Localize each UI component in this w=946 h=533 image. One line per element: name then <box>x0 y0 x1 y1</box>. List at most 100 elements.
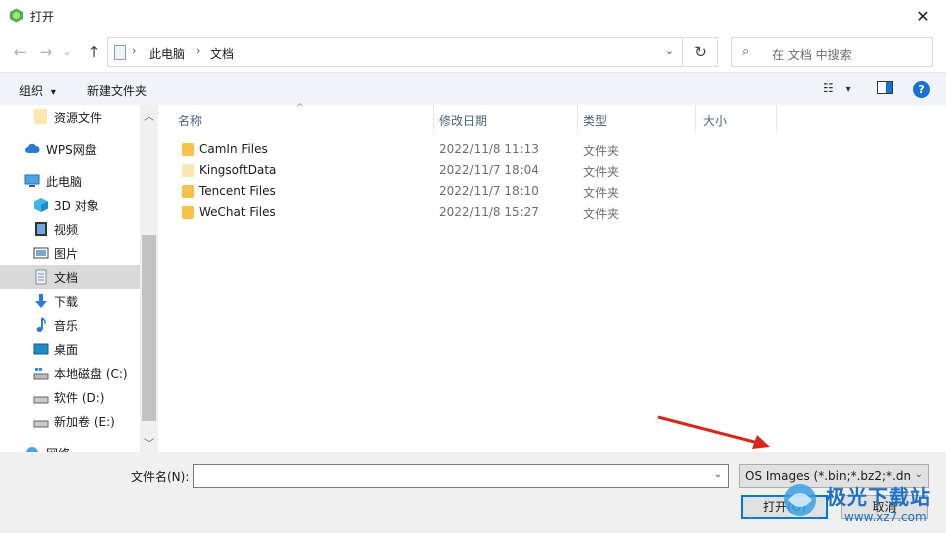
sidebar-item-label: 3D 对象 <box>54 199 99 213</box>
navigation-bar: ← → ⌄ ↑ › 此电脑 › 文档 ⌄ ↻ ⌕ 在 文档 中搜索 <box>0 33 946 71</box>
scroll-up-icon[interactable]: ︿ <box>140 108 158 123</box>
address-bar[interactable]: › 此电脑 › 文档 ⌄ <box>107 37 683 67</box>
sidebar-item-label: 资源文件 <box>54 111 103 125</box>
file-row[interactable]: WeChat Files 2022/11/8 15:27 文件夹 <box>176 202 776 223</box>
column-header-label: 类型 <box>583 114 608 128</box>
document-icon <box>114 45 126 60</box>
recent-locations-button[interactable]: ⌄ <box>60 42 74 62</box>
sidebar-item-pictures[interactable]: 图片 <box>0 241 140 265</box>
sidebar-item-label: 新加卷 (E:) <box>54 415 115 429</box>
new-folder-label: 新建文件夹 <box>87 84 148 98</box>
drive-icon <box>33 396 49 404</box>
sidebar-scrollbar[interactable]: ︿ ﹀ <box>140 105 158 452</box>
cloud-icon <box>25 143 40 153</box>
breadcrumb-this-pc[interactable]: 此电脑 <box>149 45 185 62</box>
document-icon <box>35 269 47 285</box>
folder-icon <box>182 143 194 156</box>
up-button[interactable]: ↑ <box>84 42 104 62</box>
close-button[interactable]: ✕ <box>900 0 946 32</box>
chevron-down-icon[interactable]: ⌄ <box>714 469 722 480</box>
sidebar-item-this-pc[interactable]: 此电脑 <box>0 169 140 193</box>
navigation-pane: 资源文件 WPS网盘 此电脑 3D 对象 视频 图片 文档 下载 音乐 桌面 本… <box>0 105 158 452</box>
folder-icon <box>182 206 194 219</box>
download-icon <box>35 294 47 308</box>
up-arrow-icon: ↑ <box>87 43 101 61</box>
chevron-down-icon[interactable]: ⌄ <box>665 44 674 57</box>
breadcrumb-documents[interactable]: 文档 <box>210 45 234 62</box>
close-icon: ✕ <box>916 6 930 26</box>
sidebar-item-label: 图片 <box>54 247 79 261</box>
computer-icon <box>24 174 40 187</box>
forward-button[interactable]: → <box>36 42 56 62</box>
sidebar-item-drive-d[interactable]: 软件 (D:) <box>0 385 140 409</box>
watermark-text: 极光下载站 <box>826 485 931 509</box>
file-type: 文件夹 <box>583 165 620 179</box>
file-date: 2022/11/8 15:27 <box>439 205 539 219</box>
file-date: 2022/11/7 18:10 <box>439 184 539 198</box>
folder-icon <box>182 164 194 177</box>
sidebar-item-label: 桌面 <box>54 343 79 357</box>
back-button[interactable]: ← <box>10 42 30 62</box>
file-name: CamIn Files <box>199 142 268 156</box>
sidebar-item-downloads[interactable]: 下载 <box>0 289 140 313</box>
column-header-label: 大小 <box>703 114 728 128</box>
refresh-button[interactable]: ↻ <box>684 37 718 67</box>
file-date: 2022/11/8 11:13 <box>439 142 539 156</box>
picture-icon <box>33 247 49 259</box>
filename-label: 文件名(N): <box>131 470 190 484</box>
column-header-size[interactable]: 大小 <box>696 105 776 133</box>
cube-icon <box>34 198 48 212</box>
sidebar-item-drive-c[interactable]: 本地磁盘 (C:) <box>0 361 140 385</box>
folder-icon <box>34 109 47 124</box>
file-date: 2022/11/7 18:04 <box>439 163 539 177</box>
file-name: WeChat Files <box>199 205 276 219</box>
sidebar-item-videos[interactable]: 视频 <box>0 217 140 241</box>
music-icon <box>36 317 46 332</box>
scroll-down-icon[interactable]: ﹀ <box>140 435 158 450</box>
help-icon[interactable]: ? <box>913 81 930 98</box>
back-arrow-icon: ← <box>13 43 27 61</box>
folder-icon <box>182 185 194 198</box>
breadcrumb-separator: › <box>196 44 201 57</box>
file-row[interactable]: Tencent Files 2022/11/7 18:10 文件夹 <box>176 181 776 202</box>
column-header-type[interactable]: 类型 <box>578 105 695 133</box>
sidebar-item-label: 此电脑 <box>46 175 83 189</box>
column-header-date[interactable]: 修改日期 <box>434 105 577 133</box>
file-list: ^ 名称 修改日期 类型 大小 CamIn Files 2022/11/8 11… <box>158 103 946 452</box>
sidebar-item-drive-e[interactable]: 新加卷 (E:) <box>0 409 140 433</box>
sidebar-item-label: 文档 <box>54 271 79 285</box>
breadcrumb-separator: › <box>132 44 137 57</box>
file-row[interactable]: KingsoftData 2022/11/7 18:04 文件夹 <box>176 160 776 181</box>
chevron-down-icon: ⌄ <box>62 45 72 58</box>
organize-menu-button[interactable]: 组织 ▾ <box>19 82 56 99</box>
column-divider[interactable] <box>776 105 777 133</box>
sidebar-item-label: 网络 <box>46 445 70 452</box>
sidebar-item-3d-objects[interactable]: 3D 对象 <box>0 193 140 217</box>
file-row[interactable]: CamIn Files 2022/11/8 11:13 文件夹 <box>176 139 776 160</box>
column-header-name[interactable]: 名称 <box>158 105 433 133</box>
sidebar-item-wps-cloud[interactable]: WPS网盘 <box>0 137 140 161</box>
search-input[interactable]: ⌕ 在 文档 中搜索 <box>731 37 933 67</box>
search-placeholder: 在 文档 中搜索 <box>772 48 852 62</box>
column-header-label: 名称 <box>178 114 203 128</box>
video-icon <box>35 222 47 236</box>
sidebar-item-desktop[interactable]: 桌面 <box>0 337 140 361</box>
scrollbar-thumb[interactable] <box>142 235 156 421</box>
filename-input[interactable]: ⌄ <box>193 464 729 488</box>
sidebar-item-network[interactable]: 网络 <box>0 441 140 452</box>
sidebar-item-label: 视频 <box>54 223 79 237</box>
desktop-icon <box>33 343 49 355</box>
forward-arrow-icon: → <box>39 43 53 61</box>
search-icon: ⌕ <box>742 44 750 59</box>
title-bar: 打开 ✕ <box>0 0 946 32</box>
sidebar-item-music[interactable]: 音乐 <box>0 313 140 337</box>
file-type: 文件夹 <box>583 186 620 200</box>
sidebar-item-label: 下载 <box>54 295 79 309</box>
sidebar-item-label: WPS网盘 <box>46 143 97 157</box>
sidebar-item-resource-files[interactable]: 资源文件 <box>0 105 140 129</box>
view-options-button[interactable]: ☷ ▾ <box>823 81 851 95</box>
new-folder-button[interactable]: 新建文件夹 <box>87 82 147 99</box>
annotation-arrow <box>657 415 770 449</box>
sidebar-item-documents[interactable]: 文档 <box>0 265 140 289</box>
preview-pane-button[interactable] <box>877 81 893 98</box>
